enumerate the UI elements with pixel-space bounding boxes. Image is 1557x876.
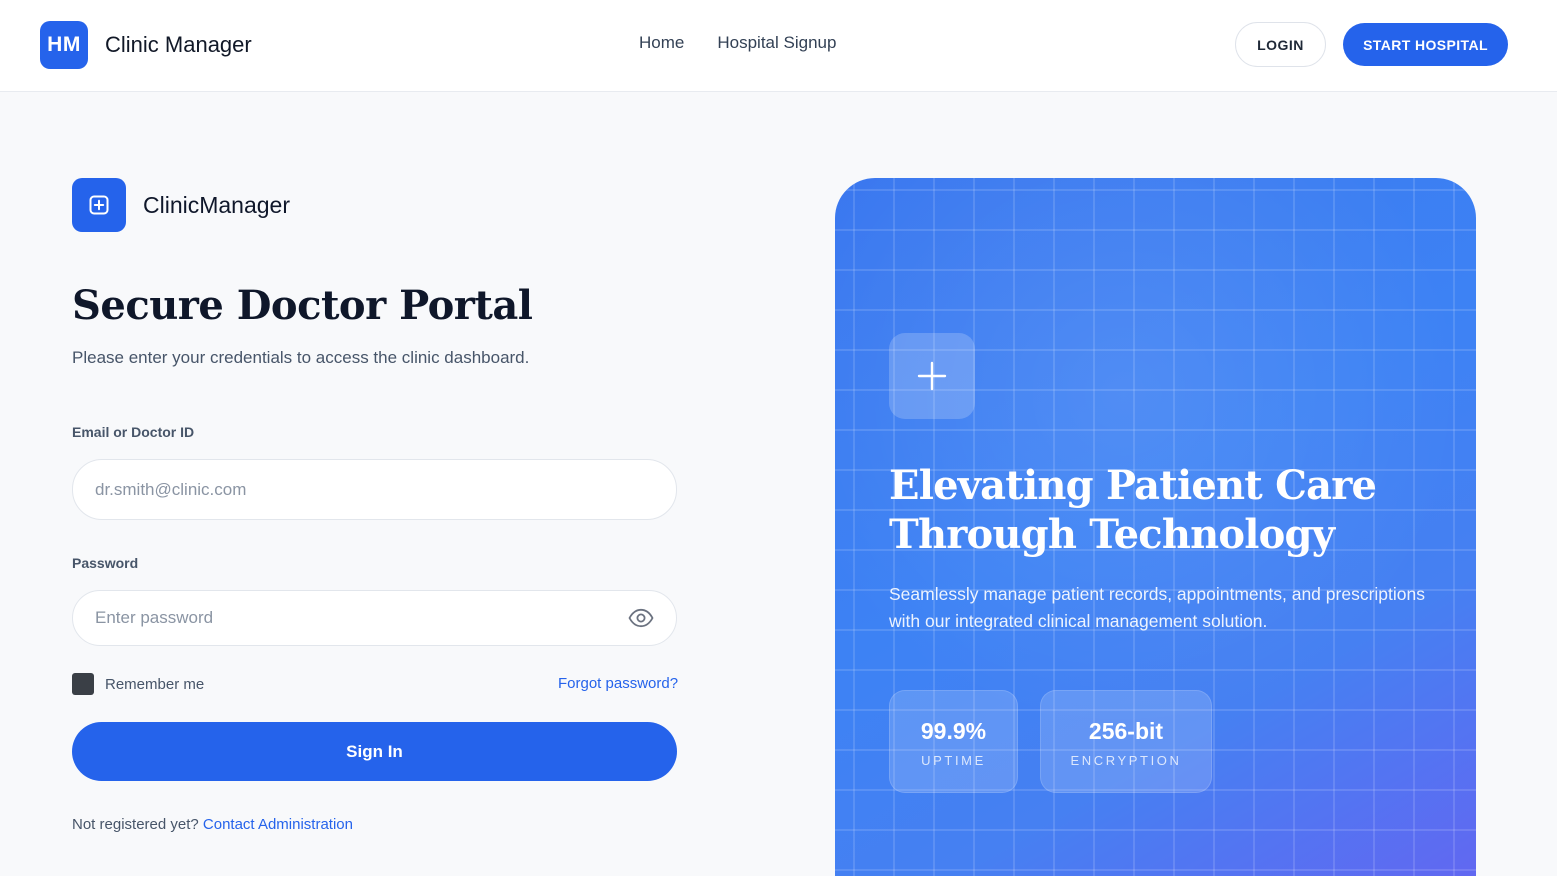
stat-encryption: 256-bit ENCRYPTION	[1040, 690, 1212, 793]
email-input[interactable]	[73, 460, 676, 519]
brand[interactable]: HM Clinic Manager	[40, 21, 252, 69]
sign-in-button[interactable]: Sign In	[72, 722, 677, 781]
remember-me-label: Remember me	[105, 675, 205, 693]
page-subtitle: Please enter your credentials to access …	[72, 348, 530, 367]
remember-me[interactable]: Remember me	[72, 673, 204, 695]
hero-card: Elevating Patient Care Through Technolog…	[835, 178, 1476, 876]
stat-value: 256-bit	[1088, 718, 1164, 744]
password-label: Password	[72, 555, 139, 571]
hero-title: Elevating Patient Care Through Technolog…	[889, 462, 1377, 558]
register-prompt-text: Not registered yet?	[72, 816, 199, 833]
page-title: Secure Doctor Portal	[72, 282, 533, 329]
register-prompt: Not registered yet? Contact Administrati…	[72, 816, 353, 833]
forgot-password-link[interactable]: Forgot password?	[558, 675, 678, 692]
eye-icon[interactable]	[628, 608, 654, 633]
login-button[interactable]: LOGIN	[1235, 22, 1326, 67]
email-label: Email or Doctor ID	[72, 424, 195, 440]
stat-label: UPTIME	[921, 753, 986, 768]
email-field-wrapper	[72, 459, 677, 520]
hero-description: Seamlessly manage patient records, appoi…	[889, 584, 1425, 631]
stat-label: ENCRYPTION	[1070, 753, 1182, 768]
main-nav: Home Hospital Signup	[639, 33, 836, 53]
contact-administration-link[interactable]: Contact Administration	[203, 816, 353, 833]
portal-brand: ClinicManager	[72, 178, 290, 232]
stat-uptime: 99.9% UPTIME	[889, 690, 1018, 793]
medical-plus-icon	[72, 178, 126, 232]
password-input[interactable]	[73, 591, 676, 645]
remember-me-checkbox[interactable]	[72, 673, 94, 695]
start-hospital-button[interactable]: START HOSPITAL	[1343, 23, 1508, 66]
top-navbar: HM Clinic Manager Home Hospital Signup L…	[0, 0, 1557, 92]
portal-brand-name: ClinicManager	[143, 191, 291, 218]
brand-name: Clinic Manager	[105, 32, 252, 57]
nav-link-hospital-signup[interactable]: Hospital Signup	[717, 33, 836, 53]
stat-value: 99.9%	[920, 718, 987, 744]
password-field-wrapper	[72, 590, 677, 646]
plus-icon	[889, 333, 975, 419]
nav-link-home[interactable]: Home	[639, 33, 684, 53]
brand-logo: HM	[40, 21, 88, 69]
